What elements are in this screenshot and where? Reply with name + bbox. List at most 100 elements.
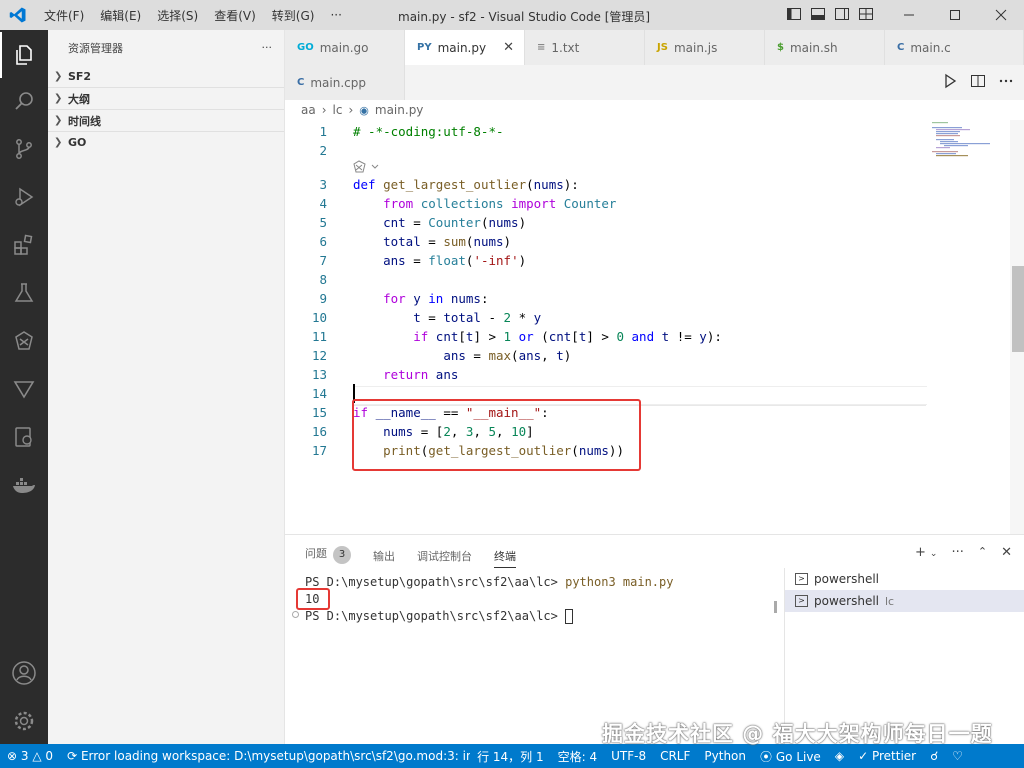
tab-main-py[interactable]: PY main.py ✕	[405, 30, 525, 65]
chevron-down-icon[interactable]: ⌄	[930, 545, 938, 560]
tab-main-js[interactable]: JS main.js	[645, 30, 765, 65]
breadcrumb-lc[interactable]: lc	[333, 103, 343, 117]
line-number: 9	[319, 291, 327, 306]
extensions-icon[interactable]	[0, 222, 48, 268]
line-number: 7	[319, 253, 327, 268]
broadcast-icon: ⦿	[760, 749, 773, 764]
explorer-sidebar: 资源管理器 ··· ❯ SF2 ❯ 大纲 ❯ 时间线 ❯ GO	[48, 30, 285, 744]
settings-gear-icon[interactable]	[0, 698, 48, 744]
tab-problems[interactable]: 问题 3	[305, 545, 351, 568]
tab-output[interactable]: 输出	[373, 545, 395, 568]
run-debug-icon[interactable]	[0, 174, 48, 220]
cursor-position[interactable]: 行 14，列 1	[470, 748, 551, 765]
codegeex-status-icon[interactable]: ◈	[828, 749, 851, 763]
breadcrumb-main-py[interactable]: main.py	[375, 103, 424, 117]
testing-flask-icon[interactable]	[0, 270, 48, 316]
minimize-button[interactable]	[886, 0, 932, 30]
docker-icon[interactable]	[0, 462, 48, 508]
toggle-secondary-sidebar-icon[interactable]	[834, 6, 850, 22]
tab-label: main.js	[673, 40, 718, 55]
account-icon[interactable]	[0, 650, 48, 696]
chevron-right-icon: ›	[321, 103, 327, 117]
line-number: 13	[311, 367, 327, 382]
section-sf2[interactable]: ❯ SF2	[48, 65, 284, 87]
terminal-scroll-thumb[interactable]	[774, 601, 777, 613]
workspace-error-status[interactable]: ⟳ Error loading workspace: D:\mysetup\go…	[60, 749, 470, 763]
toggle-panel-icon[interactable]	[810, 6, 826, 22]
tab-label: main.c	[910, 40, 951, 55]
problems-status[interactable]: ⊗ 3 △ 0	[0, 749, 60, 763]
menu-bar: 文件(F) 编辑(E) 选择(S) 查看(V) 转到(G) ···	[36, 7, 350, 24]
terminal-item[interactable]: > powershell	[785, 568, 1024, 590]
source-control-icon[interactable]	[0, 126, 48, 172]
run-python-file-icon[interactable]	[942, 73, 958, 89]
menu-edit[interactable]: 编辑(E)	[92, 7, 149, 24]
line-number: 17	[311, 443, 327, 458]
remote-explorer-icon[interactable]	[0, 414, 48, 460]
line-ending[interactable]: CRLF	[653, 749, 697, 763]
editor-tabs: GO main.go PY main.py ✕ ≡ 1.txt JS main.…	[285, 30, 1024, 100]
encoding[interactable]: UTF-8	[604, 749, 653, 763]
more-actions-icon[interactable]: ···	[951, 545, 963, 560]
tab-label: main.sh	[789, 40, 838, 55]
terminal-output[interactable]: PS D:\mysetup\gopath\src\sf2\aa\lc> pyth…	[305, 575, 673, 626]
warning-count: 0	[45, 749, 54, 763]
triangle-extension-icon[interactable]	[0, 366, 48, 412]
editor-actions	[942, 73, 1014, 89]
codegeex-codelens-icon[interactable]	[353, 160, 383, 177]
codegeex-icon[interactable]	[0, 318, 48, 364]
split-editor-icon[interactable]	[970, 73, 986, 89]
maximize-button[interactable]	[932, 0, 978, 30]
section-outline[interactable]: ❯ 大纲	[48, 87, 284, 109]
terminal-item-selected[interactable]: > powershell lc	[785, 590, 1024, 612]
close-panel-icon[interactable]: ✕	[1001, 545, 1012, 560]
line-number: 6	[319, 234, 327, 249]
title-bar: 文件(F) 编辑(E) 选择(S) 查看(V) 转到(G) ··· main.p…	[0, 0, 1024, 30]
go-file-icon: GO	[297, 42, 314, 53]
search-icon[interactable]	[0, 78, 48, 124]
tab-label: main.py	[437, 40, 487, 55]
menu-file[interactable]: 文件(F)	[36, 7, 92, 24]
tab-debug-console[interactable]: 调试控制台	[417, 545, 472, 568]
tab-main-go[interactable]: GO main.go	[285, 30, 405, 65]
tab-main-sh[interactable]: $ main.sh	[765, 30, 885, 65]
indentation[interactable]: 空格: 4	[551, 748, 605, 765]
tab-main-c[interactable]: C main.c	[885, 30, 1024, 65]
terminal-line: PS D:\mysetup\gopath\src\sf2\aa\lc> pyth…	[305, 575, 673, 592]
breadcrumb-aa[interactable]: aa	[301, 103, 316, 117]
code-editor[interactable]: 1 2 3 4 5 6 7 8 9 10 11 12 13 14 15 16 1…	[285, 120, 1024, 534]
command-decoration-icon[interactable]	[292, 611, 299, 618]
maximize-panel-icon[interactable]: ⌃	[978, 545, 987, 560]
status-message: Error loading workspace: D:\mysetup\gopa…	[80, 749, 471, 763]
explorer-icon[interactable]	[0, 32, 48, 78]
scrollbar-thumb[interactable]	[1012, 266, 1024, 352]
go-live-button[interactable]: ⦿ Go Live	[753, 748, 828, 765]
section-go[interactable]: ❯ GO	[48, 131, 284, 153]
feedback-icon[interactable]: ☌	[923, 749, 945, 763]
menu-go[interactable]: 转到(G)	[264, 7, 323, 24]
menu-selection[interactable]: 选择(S)	[149, 7, 206, 24]
more-actions-icon[interactable]	[998, 73, 1014, 89]
menu-more[interactable]: ···	[322, 8, 349, 22]
section-timeline[interactable]: ❯ 时间线	[48, 109, 284, 131]
tab-terminal[interactable]: 终端	[494, 545, 516, 568]
new-terminal-icon[interactable]: +	[915, 545, 926, 560]
customize-layout-icon[interactable]	[858, 6, 874, 22]
code-line: ans = max(ans, t)	[443, 348, 572, 363]
prettier-status[interactable]: ✓ Prettier	[851, 749, 923, 763]
notifications-bell-icon[interactable]: ♡	[945, 749, 970, 763]
close-tab-icon[interactable]: ✕	[503, 40, 514, 55]
window-title: main.py - sf2 - Visual Studio Code [管理员]	[398, 10, 651, 24]
terminal-icon: >	[795, 595, 808, 607]
warning-icon: △	[32, 749, 42, 763]
explorer-header: 资源管理器 ···	[48, 30, 284, 65]
language-mode[interactable]: Python	[697, 749, 753, 763]
menu-view[interactable]: 查看(V)	[206, 7, 264, 24]
toggle-primary-sidebar-icon[interactable]	[786, 6, 802, 22]
close-window-button[interactable]	[978, 0, 1024, 30]
minimap[interactable]	[930, 120, 1010, 160]
editor-scrollbar[interactable]	[1010, 120, 1024, 534]
explorer-more-button[interactable]: ···	[262, 41, 273, 54]
tab-main-cpp[interactable]: C main.cpp	[285, 65, 405, 100]
tab-1-txt[interactable]: ≡ 1.txt	[525, 30, 645, 65]
